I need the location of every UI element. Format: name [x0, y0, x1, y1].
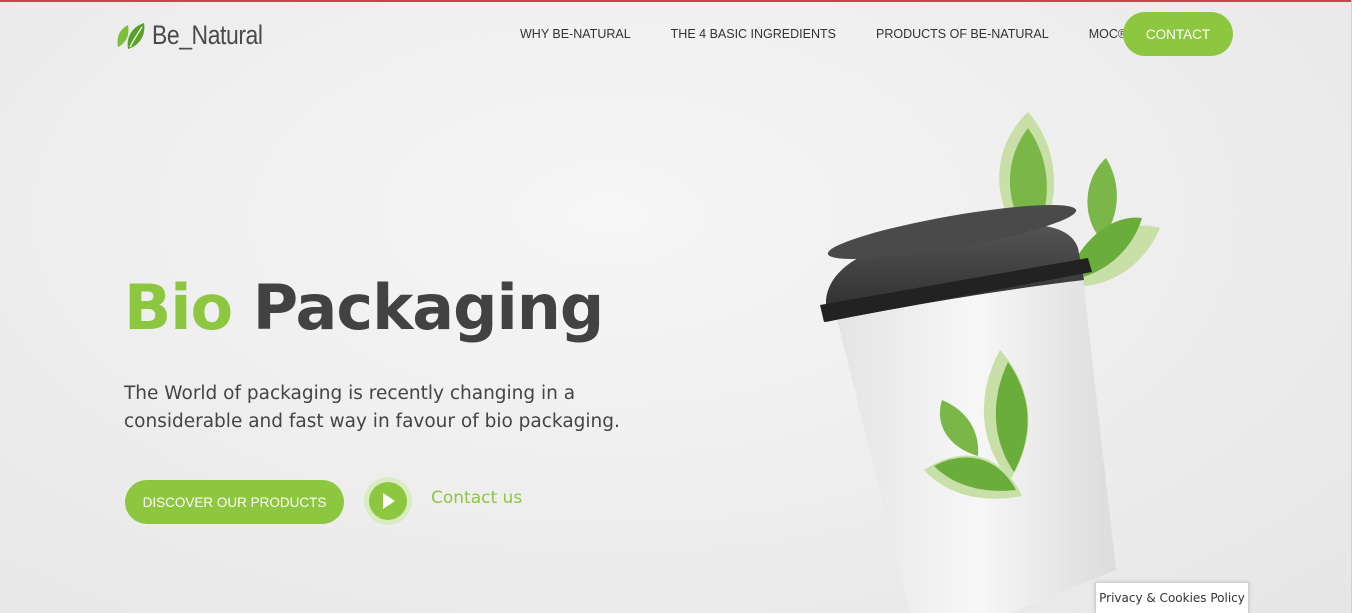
hero-title: Bio Packaging [124, 268, 605, 348]
main-nav: WHY BE-NATURAL THE 4 BASIC INGREDIENTS P… [500, 12, 1147, 56]
brand-logo[interactable]: Be_Natural [114, 15, 282, 55]
nav-item-products[interactable]: PRODUCTS OF BE-NATURAL [876, 27, 1049, 41]
top-accent-line [0, 0, 1352, 2]
discover-products-button[interactable]: DISCOVER OUR PRODUCTS [125, 480, 344, 524]
contact-us-link[interactable]: Contact us [431, 488, 522, 508]
brand-name: Be_Natural [152, 19, 263, 50]
nav-item-basic-ingredients[interactable]: THE 4 BASIC INGREDIENTS [671, 27, 836, 41]
privacy-cookies-policy-button[interactable]: Privacy & Cookies Policy [1095, 582, 1249, 613]
play-video-button[interactable] [364, 477, 412, 525]
nav-item-moc[interactable]: MOC® [1089, 27, 1127, 41]
coffee-cup-illustration [800, 100, 1180, 613]
hero-title-highlight: Bio [124, 271, 233, 344]
play-icon [383, 493, 395, 509]
leaf-logo-icon [117, 23, 145, 49]
play-button-inner [369, 482, 407, 520]
cup-image [820, 112, 1160, 613]
contact-button[interactable]: CONTACT [1123, 12, 1233, 56]
hero-description: The World of packaging is recently chang… [124, 383, 620, 432]
nav-item-why-be-natural[interactable]: WHY BE-NATURAL [520, 27, 631, 41]
hero-title-rest: Packaging [252, 271, 605, 344]
